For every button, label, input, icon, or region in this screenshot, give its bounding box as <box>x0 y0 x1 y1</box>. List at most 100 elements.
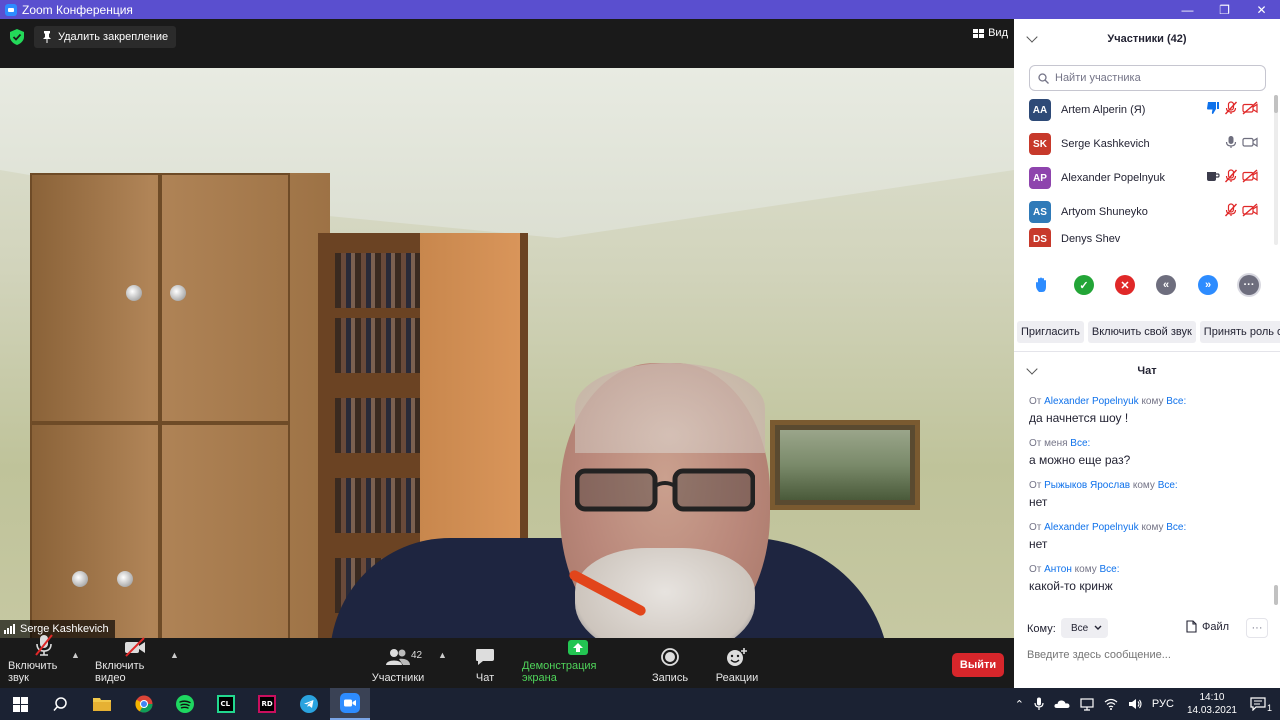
chat-button[interactable]: Чат <box>465 638 505 688</box>
audio-options-chevron-icon[interactable]: ▲ <box>71 650 80 660</box>
chat-message: От Alexander Popelnyuk кому Все: да начн… <box>1029 396 1269 438</box>
muted-microphone-icon <box>1224 169 1238 183</box>
participant-row[interactable]: AP Alexander Popelnyuk <box>1014 161 1272 195</box>
close-button[interactable]: ✕ <box>1243 0 1280 19</box>
recipient-name[interactable]: Все: <box>1158 480 1178 491</box>
unmute-me-button[interactable]: Включить свой звук <box>1087 321 1196 343</box>
wifi-icon[interactable] <box>1104 698 1118 710</box>
reactions-button[interactable]: Реакции <box>713 638 761 688</box>
title-bar: Zoom Конференция — ❐ ✕ <box>0 0 1280 19</box>
recipient-name[interactable]: Все: <box>1100 564 1120 575</box>
participants-scrollbar-track[interactable] <box>1274 95 1278 245</box>
participants-header: Участники (42) <box>1014 19 1280 59</box>
participant-row[interactable]: AA Artem Alperin (Я) <box>1014 93 1272 127</box>
video-options-chevron-icon[interactable]: ▲ <box>170 650 179 660</box>
participants-label: Участники <box>371 672 425 684</box>
side-panel: Участники (42) Найти участника AA Artem … <box>1014 19 1280 688</box>
show-hidden-icons-chevron-icon[interactable]: ⌃ <box>1015 698 1024 711</box>
no-x-icon[interactable]: ✕ <box>1115 275 1135 295</box>
participant-search-input[interactable]: Найти участника <box>1029 65 1266 91</box>
share-screen-button[interactable]: Демонстрация экрана <box>522 638 634 688</box>
network-icon[interactable] <box>1080 697 1094 711</box>
muted-microphone-icon <box>1224 203 1238 217</box>
participants-button[interactable]: Участники <box>368 638 428 688</box>
video-area: Удалить закрепление Вид Serge Kashkevich <box>0 19 1014 638</box>
windows-start-icon[interactable] <box>0 688 40 720</box>
notifications-icon[interactable]: 1 <box>1250 697 1272 713</box>
participant-name: Artyom Shuneyko <box>1061 206 1148 218</box>
avatar: SK <box>1029 133 1051 155</box>
chrome-icon[interactable] <box>124 688 164 720</box>
recipient-select[interactable]: Все <box>1061 618 1109 638</box>
slower-icon[interactable]: « <box>1156 275 1176 295</box>
file-explorer-icon[interactable] <box>82 688 122 720</box>
to-label: Кому: <box>1027 623 1056 635</box>
search-icon <box>1038 72 1049 84</box>
invite-button[interactable]: Пригласить <box>1017 321 1084 343</box>
recipient-name[interactable]: Все: <box>1070 438 1090 449</box>
rider-icon[interactable]: RD <box>247 688 287 720</box>
recipient-name[interactable]: Все: <box>1166 522 1186 533</box>
video-top-bar: Удалить закрепление Вид <box>0 19 1014 68</box>
file-icon <box>1186 620 1197 633</box>
participants-chevron-icon[interactable]: ▲ <box>438 650 447 660</box>
onedrive-icon[interactable] <box>1054 699 1070 709</box>
taskbar-clock[interactable]: 14:10 14.03.2021 <box>1187 691 1237 717</box>
volume-icon[interactable] <box>1128 698 1142 710</box>
sender-name[interactable]: Рыжыков Ярослав <box>1044 480 1130 491</box>
file-button[interactable]: Файл <box>1186 620 1229 633</box>
window-title: Zoom Конференция <box>22 2 133 17</box>
minimize-button[interactable]: — <box>1169 0 1206 19</box>
raise-hand-icon[interactable] <box>1032 275 1052 295</box>
chat-header: Чат <box>1014 351 1280 391</box>
notifications-count: 1 <box>1266 703 1272 713</box>
glasses <box>575 468 755 512</box>
signal-icon <box>4 624 15 634</box>
input-language[interactable]: РУС <box>1152 698 1174 710</box>
unpin-label: Удалить закрепление <box>58 31 169 43</box>
claim-host-button[interactable]: Принять роль орга <box>1199 321 1280 343</box>
sender-name[interactable]: Антон <box>1044 564 1072 575</box>
chat-message: От меня Все: а можно еще раз? <box>1029 438 1269 480</box>
sender-name[interactable]: Alexander Popelnyuk <box>1044 522 1139 533</box>
spotify-icon[interactable] <box>165 688 205 720</box>
microphone-icon[interactable] <box>1034 697 1044 711</box>
chat-message: От Антон кому Все: какой-то кринж <box>1029 564 1269 606</box>
start-video-button[interactable]: Включить видео <box>95 637 175 688</box>
chat-message-input[interactable] <box>1027 645 1267 665</box>
avatar: DS <box>1029 228 1051 247</box>
camera-off-icon <box>1242 169 1258 183</box>
faster-icon[interactable]: » <box>1198 275 1218 295</box>
message-text: нет <box>1029 495 1048 509</box>
participants-scrollbar[interactable] <box>1274 95 1278 113</box>
unpin-button[interactable]: Удалить закрепление <box>34 26 177 48</box>
unmute-label: Включить звук <box>8 660 58 684</box>
chat-scrollbar[interactable] <box>1274 585 1278 605</box>
participant-search-placeholder: Найти участника <box>1055 72 1141 84</box>
unmute-button[interactable]: Включить звук <box>8 634 80 688</box>
record-button[interactable]: Запись <box>648 638 692 688</box>
maximize-button[interactable]: ❐ <box>1206 0 1243 19</box>
encryption-shield-icon[interactable] <box>10 29 24 45</box>
svg-text:CL: CL <box>221 700 231 708</box>
meeting-toolbar: Включить звук ▲ Включить видео ▲ Участни… <box>0 634 1014 688</box>
zoom-taskbar-icon[interactable] <box>330 688 370 720</box>
participant-row[interactable]: SK Serge Kashkevich <box>1014 127 1272 161</box>
chat-collapse-chevron-icon[interactable] <box>1026 363 1038 375</box>
message-text: да начнется шоу ! <box>1029 411 1129 425</box>
recipient-name[interactable]: Все: <box>1166 396 1186 407</box>
sender-name[interactable]: Alexander Popelnyuk <box>1044 396 1139 407</box>
background-wardrobe <box>30 173 330 638</box>
participant-row[interactable]: AS Artyom Shuneyko <box>1014 195 1272 229</box>
yes-check-icon[interactable]: ✓ <box>1074 275 1094 295</box>
chat-more-button[interactable]: ··· <box>1246 618 1268 638</box>
participant-row[interactable]: DS Denys Shev <box>1014 228 1272 247</box>
search-icon[interactable] <box>40 688 80 720</box>
more-reactions-icon[interactable]: ··· <box>1239 275 1259 295</box>
view-button[interactable]: Вид <box>973 27 1008 39</box>
telegram-icon[interactable] <box>289 688 329 720</box>
file-label: Файл <box>1202 620 1230 633</box>
leave-button[interactable]: Выйти <box>952 653 1004 677</box>
clion-icon[interactable]: CL <box>206 688 246 720</box>
participants-collapse-chevron-icon[interactable] <box>1026 31 1038 43</box>
